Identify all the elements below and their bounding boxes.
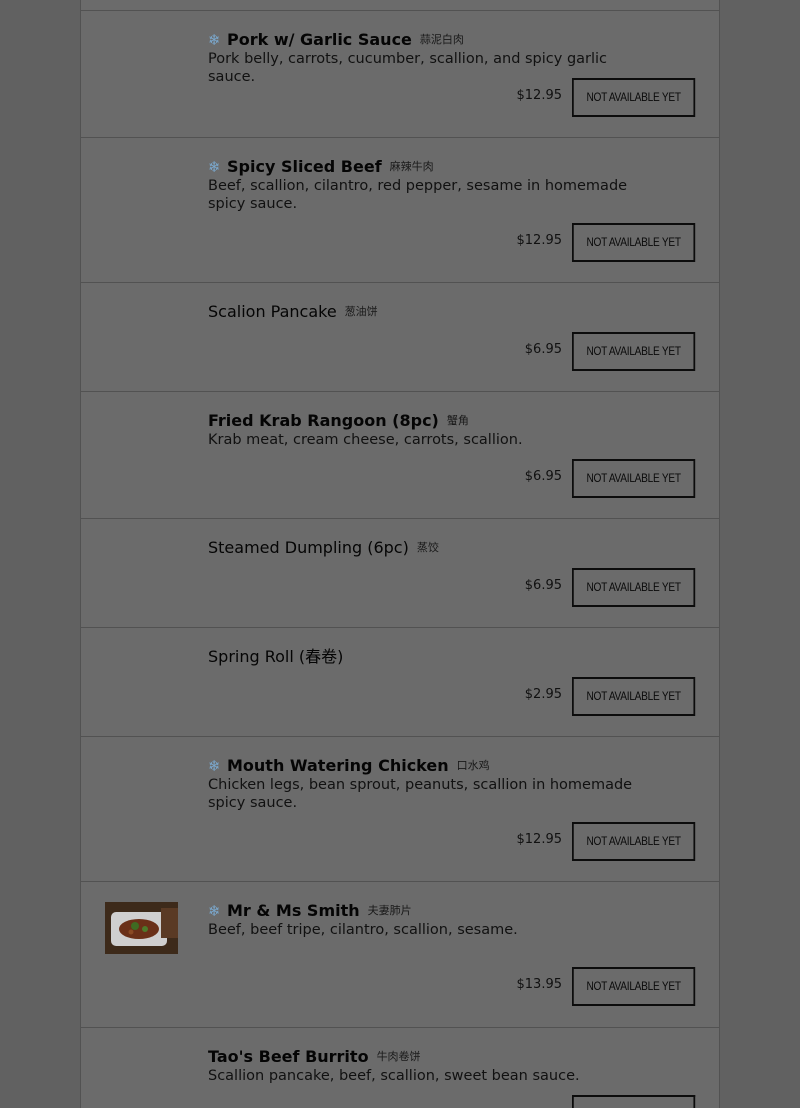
menu-item: Spring Roll (春卷) $2.95 NOT AVAILABLE YET <box>81 628 719 737</box>
item-chinese-name: 夫妻肺片 <box>367 904 412 917</box>
not-available-button[interactable]: NOT AVAILABLE YET <box>572 78 696 117</box>
item-description: Beef, scallion, cilantro, red pepper, se… <box>208 178 628 212</box>
not-available-button[interactable]: NOT AVAILABLE YET <box>572 459 696 498</box>
item-price: $13.95 <box>516 977 563 992</box>
item-name: Spring Roll (春卷) <box>208 647 344 666</box>
item-title: Spring Roll (春卷) <box>208 646 343 668</box>
item-name: Spicy Sliced Beef <box>227 157 382 176</box>
item-name: Pork w/ Garlic Sauce <box>227 30 412 49</box>
item-name: Scalion Pancake <box>208 302 337 321</box>
item-title: ❄ Mouth Watering Chicken 口水鸡 <box>208 755 490 777</box>
item-title: Scalion Pancake 葱油饼 <box>208 301 378 323</box>
item-description: Chicken legs, bean sprout, peanuts, scal… <box>208 777 633 811</box>
item-description: Scallion pancake, beef, scallion, sweet … <box>208 1068 580 1084</box>
item-title: Tao's Beef Burrito 牛肉卷饼 <box>208 1046 421 1068</box>
item-title: ❄ Spicy Sliced Beef 麻辣牛肉 <box>208 156 434 178</box>
menu-item-top-partial <box>81 0 719 11</box>
menu-list: ❄ Pork w/ Garlic Sauce 蒜泥白肉 Pork belly, ca… <box>80 0 720 1108</box>
item-name: Mouth Watering Chicken <box>227 756 449 775</box>
menu-item: ❄ Mouth Watering Chicken 口水鸡 Chicken legs,… <box>81 737 719 882</box>
menu-item: Scalion Pancake 葱油饼 $6.95 NOT AVAILABLE Y… <box>81 283 719 392</box>
item-chinese-name: 口水鸡 <box>456 759 490 772</box>
item-price: $2.95 <box>524 687 562 702</box>
item-chinese-name: 牛肉卷饼 <box>376 1050 421 1063</box>
not-available-button[interactable]: NOT AVAILABLE YET <box>572 223 696 262</box>
item-description: Krab meat, cream cheese, carrots, scalli… <box>208 432 523 448</box>
not-available-button-partial[interactable] <box>572 1095 696 1108</box>
item-price: $12.95 <box>516 233 563 248</box>
not-available-button[interactable]: NOT AVAILABLE YET <box>572 822 696 861</box>
menu-item: Steamed Dumpling (6pc) 蒸饺 $6.95 NOT AVAIL… <box>81 519 719 628</box>
snowflake-icon: ❄ <box>208 31 221 49</box>
item-name: Fried Krab Rangoon (8pc) <box>208 411 439 430</box>
menu-item: Tao's Beef Burrito 牛肉卷饼 Scallion pancake,… <box>81 1028 719 1108</box>
item-price: $6.95 <box>524 342 562 357</box>
item-price: $6.95 <box>524 578 562 593</box>
item-chinese-name: 麻辣牛肉 <box>389 160 434 173</box>
menu-item: ❄ Mr & Ms Smith 夫妻肺片 Beef, beef tripe, cil… <box>81 882 719 1028</box>
item-chinese-name: 蒜泥白肉 <box>419 33 464 46</box>
item-name: Steamed Dumpling (6pc) <box>208 538 409 557</box>
item-title: Steamed Dumpling (6pc) 蒸饺 <box>208 537 439 559</box>
item-chinese-name: 蟹角 <box>446 414 469 427</box>
item-title: ❄ Mr & Ms Smith 夫妻肺片 <box>208 900 412 922</box>
menu-item: ❄ Spicy Sliced Beef 麻辣牛肉 Beef, scallion, c… <box>81 138 719 283</box>
not-available-button[interactable]: NOT AVAILABLE YET <box>572 332 696 371</box>
snowflake-icon: ❄ <box>208 902 221 920</box>
item-chinese-name: 葱油饼 <box>344 305 378 318</box>
snowflake-icon: ❄ <box>208 757 221 775</box>
not-available-button[interactable]: NOT AVAILABLE YET <box>572 967 696 1006</box>
menu-item: Fried Krab Rangoon (8pc) 蟹角 Krab meat, cr… <box>81 392 719 519</box>
item-chinese-name: 蒸饺 <box>416 541 439 554</box>
snowflake-icon: ❄ <box>208 158 221 176</box>
item-price: $12.95 <box>516 88 563 103</box>
item-title: ❄ Pork w/ Garlic Sauce 蒜泥白肉 <box>208 29 464 51</box>
item-name: Mr & Ms Smith <box>227 901 360 920</box>
item-title: Fried Krab Rangoon (8pc) 蟹角 <box>208 410 469 432</box>
item-price: $6.95 <box>524 469 562 484</box>
not-available-button[interactable]: NOT AVAILABLE YET <box>572 677 696 716</box>
item-description: Beef, beef tripe, cilantro, scallion, se… <box>208 922 518 938</box>
item-name: Tao's Beef Burrito <box>208 1047 369 1066</box>
not-available-button[interactable]: NOT AVAILABLE YET <box>572 568 696 607</box>
menu-item: ❄ Pork w/ Garlic Sauce 蒜泥白肉 Pork belly, ca… <box>81 11 719 138</box>
item-price: $12.95 <box>516 832 563 847</box>
dish-photo[interactable] <box>105 902 178 954</box>
